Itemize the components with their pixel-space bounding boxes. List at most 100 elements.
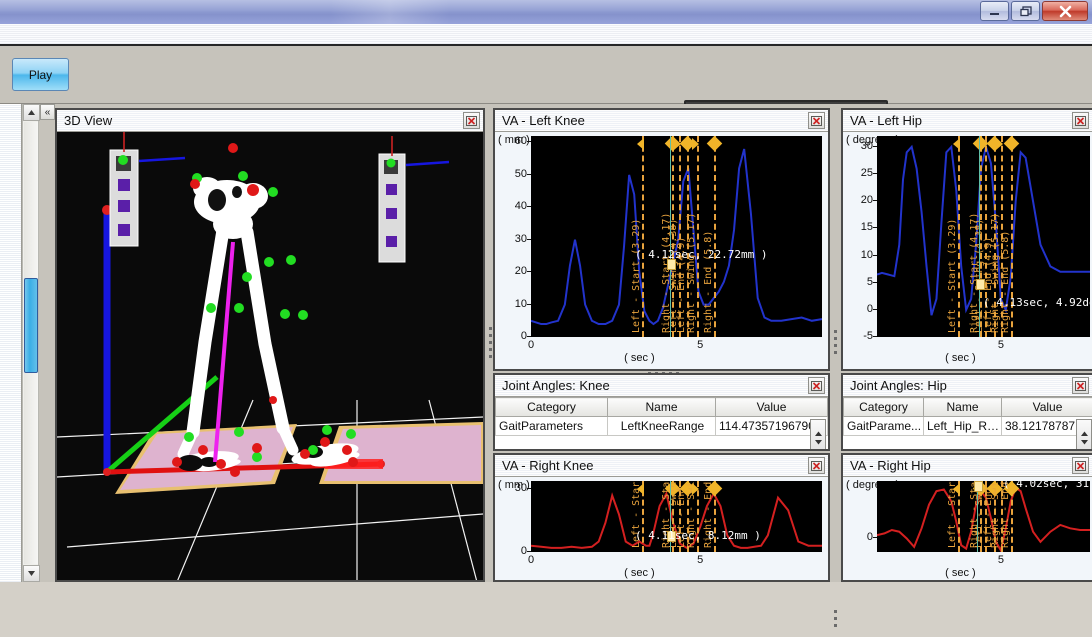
chevron-down-icon (1080, 439, 1089, 445)
gait-event-label: Left - Start (3.29) (947, 219, 958, 333)
gait-event-line[interactable] (697, 136, 699, 337)
cursor-readout-tooltip: ( 4.12sec, 22.72mm ) (635, 248, 767, 261)
x-axis-label: ( sec ) (624, 352, 655, 364)
panel-va-right-hip-body[interactable]: ( degrees )0Left - Start (3Right - Start… (843, 477, 1092, 580)
plot-area[interactable]: Left - Start (3Right - Start (4Left - Sw… (877, 481, 1090, 552)
y-axis-tick-label: 20 (495, 265, 527, 277)
scroll-down-button[interactable] (23, 565, 40, 582)
menu-strip (0, 24, 1092, 46)
panel-va-left-knee-body[interactable]: ( mm )0102030405060Left - Start (3.29)Ri… (495, 132, 828, 369)
value-spinner-hip[interactable] (1076, 419, 1092, 449)
close-button[interactable] (1042, 1, 1088, 21)
gait-event-marker[interactable] (953, 483, 960, 495)
cell-name[interactable]: LeftKneeRange (608, 417, 716, 436)
y-axis-tick-label: 20 (843, 194, 873, 206)
close-icon (811, 381, 822, 391)
panel-va-left-hip-close-button[interactable] (1072, 112, 1089, 129)
scroll-up-button[interactable] (23, 104, 40, 121)
panel-joint-angles-hip-close-button[interactable] (1072, 377, 1089, 394)
cursor-readout-tooltip: ( 4.11sec, 8.12mm ) (635, 529, 761, 542)
joint-angles-hip-table[interactable]: Category Name Value GaitParame... Left_H… (843, 397, 1092, 436)
column-value[interactable]: Value (1002, 398, 1092, 417)
panel-va-left-hip-body[interactable]: ( degrees )-5051015202530Left - Start (3… (843, 132, 1092, 369)
panel-joint-angles-hip-body[interactable]: Category Name Value GaitParame... Left_H… (843, 397, 1092, 449)
gait-event-marker[interactable] (637, 483, 644, 495)
panel-va-right-knee-body[interactable]: ( mm )030Left - Start (3Right - Start (4… (495, 477, 828, 580)
y-axis-tick-label: 10 (495, 298, 527, 310)
gait-event-line[interactable] (958, 136, 960, 337)
panel-joint-angles-knee-close-button[interactable] (808, 377, 825, 394)
gait-event-marker[interactable] (692, 138, 699, 150)
gait-event-line[interactable] (642, 136, 644, 337)
cell-category[interactable]: GaitParameters (496, 417, 608, 436)
collapse-sidebar-button[interactable]: « (40, 104, 55, 120)
cursor-handle[interactable] (976, 279, 985, 290)
panel-joint-angles-knee-title: Joint Angles: Knee (502, 378, 610, 393)
panel-joint-angles-knee-body[interactable]: Category Name Value GaitParameters LeftK… (495, 397, 828, 449)
column-name[interactable]: Name (608, 398, 716, 417)
cell-category[interactable]: GaitParame... (844, 417, 924, 436)
grip-dot (834, 330, 837, 333)
panel-va-left-hip-header: VA - Left Hip (843, 110, 1092, 132)
time-cursor-line[interactable] (670, 136, 671, 337)
panel-joint-angles-hip-header: Joint Angles: Hip (843, 375, 1092, 397)
plot-area[interactable]: Left - Start (3Right - Start (4Left - Sw… (531, 481, 822, 552)
play-button-large[interactable]: Play (12, 58, 69, 91)
y-axis-tick-label: 30 (843, 140, 873, 152)
cell-name[interactable]: Left_Hip_Ra... (924, 417, 1002, 436)
panel-va-right-hip-title: VA - Right Hip (850, 458, 931, 473)
panel-3d-view-close-button[interactable] (463, 112, 480, 129)
chart-va-right-hip[interactable]: ( degrees )0Left - Start (3Right - Start… (843, 477, 1092, 580)
value-spinner-knee[interactable] (810, 419, 826, 449)
chart-va-right-knee[interactable]: ( mm )030Left - Start (3Right - Start (4… (495, 477, 828, 580)
outliner-scrollbar[interactable] (22, 104, 39, 582)
cursor-readout-tooltip: ( 4.02sec, 31.63d (1003, 481, 1090, 490)
gait-event-marker[interactable] (692, 483, 699, 495)
column-category[interactable]: Category (496, 398, 608, 417)
panel-3d-view: 3D View (55, 108, 485, 582)
gait-event-label: Right - End (5.8) (703, 231, 714, 333)
cursor-handle[interactable] (974, 481, 983, 492)
column-value[interactable]: Value (716, 398, 828, 417)
scrollbar-thumb[interactable] (24, 278, 38, 373)
panel-va-left-knee: VA - Left Knee ( mm )0102030405060Left -… (493, 108, 830, 371)
gait-event-line[interactable] (714, 136, 716, 337)
titlebar-sheen (330, 0, 450, 24)
gait-event-marker[interactable] (953, 138, 960, 150)
column-name[interactable]: Name (924, 398, 1002, 417)
y-axis-tick-label: 0 (495, 545, 527, 557)
panel-joint-angles-hip-title: Joint Angles: Hip (850, 378, 947, 393)
panel-3d-view-title: 3D View (64, 113, 112, 128)
close-icon (1075, 116, 1086, 126)
splitter-grip-right[interactable] (831, 599, 840, 637)
gait-event-marker[interactable] (637, 138, 644, 150)
close-icon (811, 461, 822, 471)
splitter-grip-mid[interactable] (831, 319, 840, 365)
chevron-up-icon (814, 431, 823, 437)
window-buttons (980, 1, 1088, 21)
y-axis-tick-label: 50 (495, 168, 527, 180)
panel-va-right-knee: VA - Right Knee ( mm )030Left - Start (3… (493, 453, 830, 582)
table-row[interactable]: GaitParame... Left_Hip_Ra... 38.12178787… (844, 417, 1092, 436)
3d-scene-canvas[interactable] (57, 132, 483, 580)
panel-va-left-knee-title: VA - Left Knee (502, 113, 585, 128)
y-axis-tick-label: 60 (495, 135, 527, 147)
time-cursor-line[interactable] (979, 136, 980, 337)
panel-va-right-knee-close-button[interactable] (808, 457, 825, 474)
joint-angles-knee-table[interactable]: Category Name Value GaitParameters LeftK… (495, 397, 828, 436)
panel-3d-view-header: 3D View (57, 110, 483, 132)
panel-joint-angles-knee: Joint Angles: Knee Category Name Value G… (493, 373, 830, 451)
chevron-up-icon (1080, 431, 1089, 437)
minimize-button[interactable] (980, 1, 1009, 21)
panel-3d-view-body[interactable] (57, 132, 483, 580)
restore-button[interactable] (1011, 1, 1040, 21)
plot-area[interactable]: Left - Start (3.29)Right - Start (4.17)L… (877, 136, 1090, 337)
column-category[interactable]: Category (844, 398, 924, 417)
gait-event-marker[interactable] (996, 138, 1003, 150)
panel-va-left-knee-close-button[interactable] (808, 112, 825, 129)
chart-va-left-knee[interactable]: ( mm )0102030405060Left - Start (3.29)Ri… (495, 132, 828, 369)
table-row[interactable]: GaitParameters LeftKneeRange 114.4735719… (496, 417, 828, 436)
plot-area[interactable]: Left - Start (3.29)Right - Start (4.17)L… (531, 136, 822, 337)
panel-va-right-hip-close-button[interactable] (1072, 457, 1089, 474)
chart-va-left-hip[interactable]: ( degrees )-5051015202530Left - Start (3… (843, 132, 1092, 369)
